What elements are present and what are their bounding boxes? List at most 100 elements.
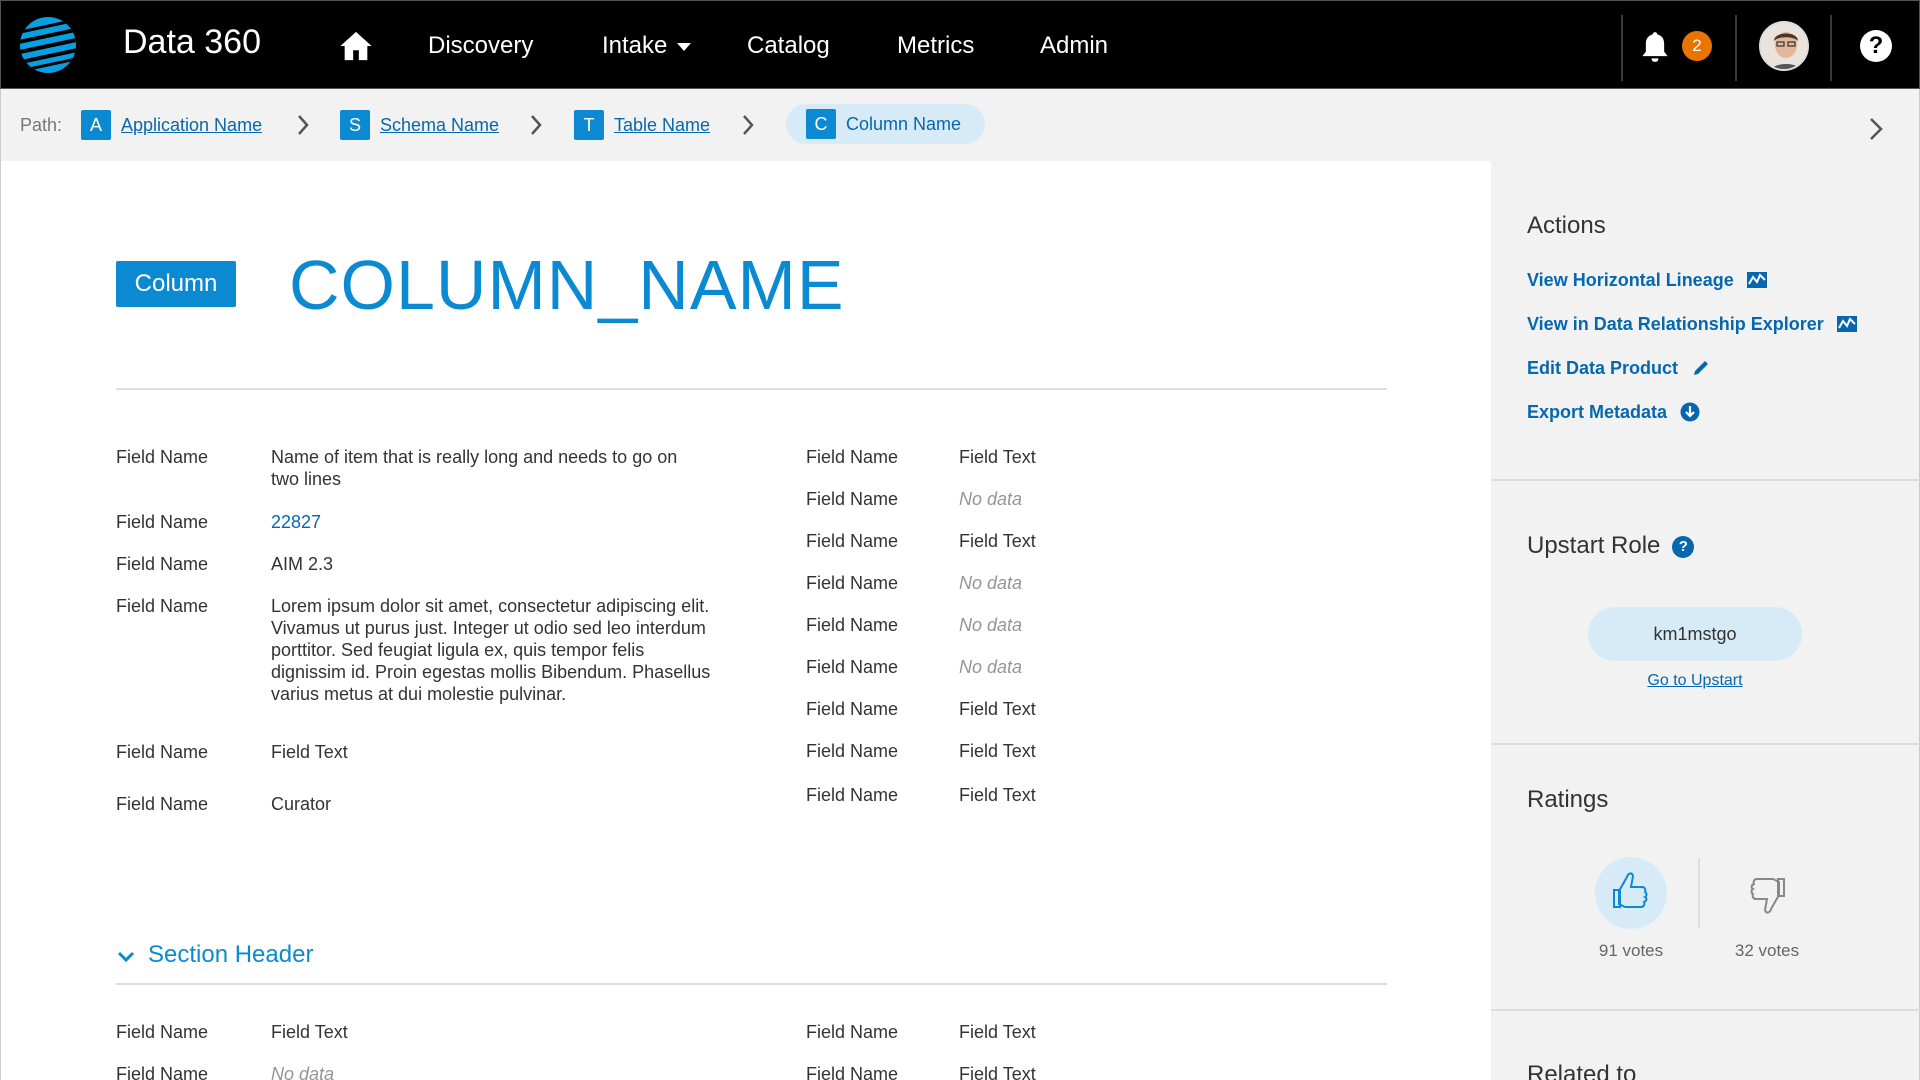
- field-value: Field Text: [271, 1022, 348, 1042]
- breadcrumb-item-table[interactable]: T Table Name: [574, 109, 710, 141]
- action-label: Edit Data Product: [1527, 358, 1679, 378]
- section-header-toggle[interactable]: Section Header: [116, 941, 313, 969]
- nav-divider: [1735, 15, 1737, 81]
- nav-intake-label: Intake: [602, 32, 668, 59]
- chevron-down-icon: [117, 951, 135, 963]
- action-label: View in Data Relationship Explorer: [1527, 314, 1824, 334]
- related-to-title: Related to: [1527, 1061, 1637, 1080]
- chevron-right-icon: [298, 115, 309, 135]
- field-value-empty: No data: [959, 573, 1023, 593]
- crumb-current-label: Column Name: [846, 113, 962, 134]
- action-label: View Horizontal Lineage: [1527, 270, 1734, 290]
- upstart-role-label: Upstart Role: [1527, 532, 1661, 559]
- chevron-right-icon: [531, 115, 542, 135]
- nav-catalog[interactable]: Catalog: [747, 29, 830, 63]
- nav-intake[interactable]: Intake: [602, 29, 692, 63]
- chart-icon: [1746, 272, 1767, 288]
- action-edit-data-product[interactable]: Edit Data Product: [1527, 356, 1712, 380]
- crumb-type-badge: A: [81, 110, 111, 140]
- field-label: Field Name: [806, 699, 899, 719]
- field-value: Field Text: [959, 1064, 1036, 1080]
- field-label: Field Name: [806, 657, 899, 677]
- main-content: Column COLUMN_NAME Field Name Name of it…: [0, 161, 1491, 1080]
- field-value-empty: No data: [959, 615, 1023, 635]
- crumb-type-badge: C: [806, 109, 836, 139]
- bell-icon[interactable]: [1641, 31, 1669, 63]
- field-value: Lorem ipsum dolor sit amet, consectetur …: [271, 596, 711, 704]
- field-label: Field Name: [806, 1064, 899, 1080]
- field-value-empty: No data: [271, 1064, 335, 1080]
- crumb-link[interactable]: Schema Name: [380, 115, 499, 136]
- action-export-metadata[interactable]: Export Metadata: [1527, 400, 1701, 424]
- field-label: Field Name: [806, 1022, 899, 1042]
- field-value-empty: No data: [959, 657, 1023, 677]
- breadcrumb-item-application[interactable]: A Application Name: [81, 109, 262, 141]
- thumbs-up-icon: [1613, 872, 1648, 908]
- field-value: Field Text: [959, 531, 1036, 551]
- field-label: Field Name: [116, 512, 209, 532]
- action-view-horizontal-lineage[interactable]: View Horizontal Lineage: [1527, 268, 1768, 292]
- field-label: Field Name: [116, 794, 209, 814]
- nav-divider: [1621, 15, 1623, 81]
- home-icon[interactable]: [339, 29, 373, 63]
- chevron-right-icon[interactable]: [1868, 116, 1884, 142]
- thumbs-down-button[interactable]: [1731, 857, 1803, 929]
- app-title[interactable]: Data 360: [123, 19, 261, 65]
- field-value: Field Text: [959, 447, 1036, 467]
- user-avatar[interactable]: [1759, 21, 1809, 71]
- actions-title: Actions: [1527, 212, 1606, 239]
- field-label: Field Name: [806, 785, 899, 805]
- crumb-type-badge: S: [340, 110, 370, 140]
- crumb-link[interactable]: Application Name: [121, 115, 262, 136]
- ratings-divider: [1698, 858, 1700, 928]
- nav-metrics[interactable]: Metrics: [897, 29, 974, 63]
- help-icon[interactable]: ?: [1860, 30, 1892, 62]
- field-label: Field Name: [806, 531, 899, 551]
- right-sidebar: Actions View Horizontal Lineage View in …: [1491, 161, 1920, 1080]
- breadcrumb: Path: A Application Name S Schema Name T…: [0, 89, 1920, 161]
- field-label: Field Name: [116, 742, 209, 762]
- field-value-link[interactable]: 22827: [271, 511, 321, 533]
- ratings-title: Ratings: [1527, 786, 1609, 813]
- thumbs-down-icon: [1750, 878, 1785, 914]
- action-view-data-relationship-explorer[interactable]: View in Data Relationship Explorer: [1527, 312, 1858, 336]
- field-label: Field Name: [806, 447, 899, 467]
- downvote-count: 32 votes: [1734, 941, 1800, 960]
- notification-count-badge[interactable]: 2: [1682, 31, 1712, 61]
- field-label: Field Name: [116, 596, 209, 616]
- role-chip: km1mstgo: [1588, 607, 1802, 661]
- chart-icon: [1836, 316, 1857, 332]
- field-value: Field Text: [959, 699, 1036, 719]
- thumbs-up-button[interactable]: [1595, 857, 1667, 929]
- field-value: Name of item that is really long and nee…: [271, 447, 678, 489]
- crumb-link[interactable]: Table Name: [614, 115, 710, 136]
- field-value: AIM 2.3: [271, 554, 334, 574]
- field-label: Field Name: [806, 489, 899, 509]
- divider: [116, 983, 1387, 985]
- pencil-icon: [1694, 361, 1709, 375]
- att-globe-logo[interactable]: [19, 16, 77, 74]
- field-value: Curator: [271, 794, 332, 814]
- divider: [116, 388, 1387, 390]
- help-circle-icon[interactable]: ?: [1672, 535, 1695, 558]
- nav-admin[interactable]: Admin: [1040, 29, 1108, 63]
- field-label: Field Name: [116, 554, 209, 574]
- breadcrumb-item-schema[interactable]: S Schema Name: [340, 109, 499, 141]
- download-icon: [1680, 402, 1700, 422]
- nav-divider: [1830, 15, 1832, 81]
- field-label: Field Name: [806, 615, 899, 635]
- divider: [1491, 743, 1920, 745]
- nav-discovery[interactable]: Discovery: [428, 29, 533, 63]
- action-label: Export Metadata: [1527, 402, 1668, 422]
- entity-type-badge: Column: [116, 261, 236, 307]
- page-title: COLUMN_NAME: [289, 246, 845, 324]
- field-label: Field Name: [116, 1064, 209, 1080]
- divider: [1491, 1009, 1920, 1011]
- field-value: Field Text: [959, 741, 1036, 761]
- crumb-type-badge: T: [574, 110, 604, 140]
- field-label: Field Name: [116, 1022, 209, 1042]
- go-to-upstart-link[interactable]: Go to Upstart: [1588, 672, 1802, 690]
- upstart-role-title: Upstart Role?: [1527, 531, 1695, 561]
- caret-down-icon: [677, 42, 692, 51]
- section-header-label: Section Header: [148, 941, 314, 968]
